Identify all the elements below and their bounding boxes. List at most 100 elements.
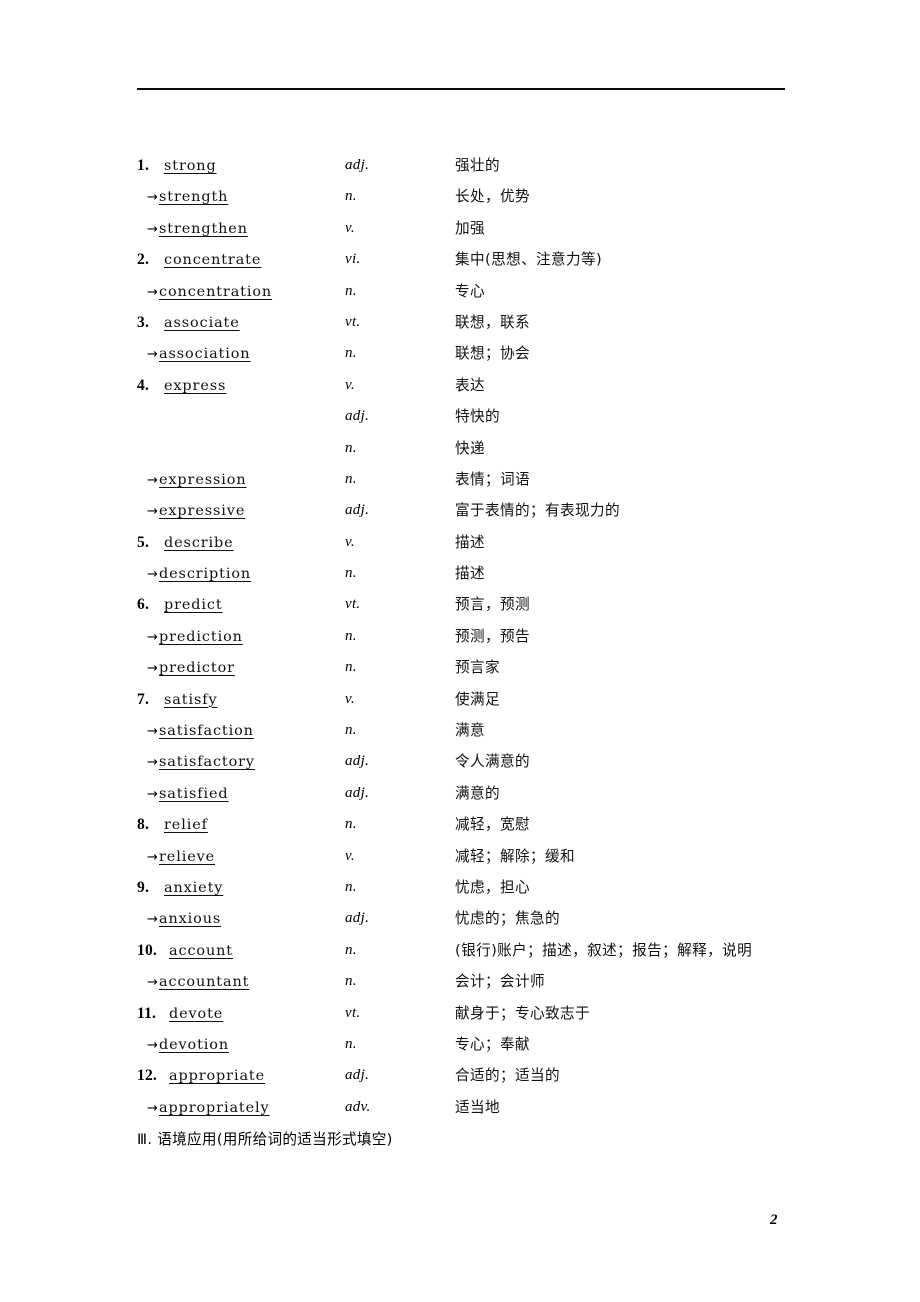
arrow-icon: →	[147, 724, 158, 740]
vocabulary-row: →strengthen v. 加强	[137, 213, 837, 244]
vocabulary-row: 3. associate vt. 联想，联系	[137, 307, 837, 338]
part-of-speech: n.	[345, 345, 357, 362]
word-cell: →relieve	[137, 841, 347, 872]
vocabulary-row: 12. appropriate adj. 合适的；适当的	[137, 1060, 837, 1091]
part-of-speech: v.	[345, 376, 355, 393]
item-number: 2.	[137, 251, 150, 269]
arrow-icon: →	[147, 284, 158, 300]
part-of-speech: n.	[345, 627, 357, 644]
definition: 令人满意的	[455, 753, 530, 771]
vocabulary-row: →concentration n. 专心	[137, 276, 837, 307]
vocabulary-term: associate	[164, 314, 240, 331]
vocabulary-term: association	[159, 346, 251, 363]
part-of-speech: adj.	[345, 753, 370, 770]
word-cell: →predictor	[137, 652, 347, 683]
part-of-speech: vt.	[345, 596, 361, 613]
part-of-speech: n.	[345, 439, 357, 456]
definition: 满意的	[455, 784, 500, 802]
part-of-speech: adj.	[345, 910, 370, 927]
vocabulary-term: prediction	[159, 628, 243, 645]
definition: 富于表情的；有表现力的	[455, 502, 620, 520]
vocabulary-term: concentrate	[164, 252, 262, 269]
part-of-speech: n.	[345, 816, 357, 833]
part-of-speech: adj.	[345, 408, 370, 425]
item-number: 4.	[137, 376, 150, 394]
definition: 专心	[455, 282, 485, 300]
vocabulary-row: 5. describe v. 描述	[137, 527, 837, 558]
vocabulary-term: strength	[159, 189, 229, 206]
vocabulary-term: relief	[164, 817, 208, 834]
vocabulary-term: predictor	[159, 660, 235, 677]
word-cell: →prediction	[137, 621, 347, 652]
vocabulary-term: satisfactory	[159, 754, 255, 771]
definition: 预言家	[455, 659, 500, 677]
word-cell: →strength	[137, 181, 347, 212]
page-number: 2	[770, 1212, 778, 1228]
definition: 献身于；专心致志于	[455, 1004, 590, 1022]
part-of-speech: adv.	[345, 1098, 371, 1115]
part-of-speech: v.	[345, 533, 355, 550]
part-of-speech: vi.	[345, 251, 361, 268]
word-cell	[137, 401, 347, 432]
arrow-icon: →	[147, 786, 158, 802]
item-number: 5.	[137, 533, 150, 551]
definition: 满意	[455, 722, 485, 740]
arrow-icon: →	[147, 221, 158, 237]
word-cell: →satisfied	[137, 778, 347, 809]
definition: 会计；会计师	[455, 973, 545, 991]
definition: 合适的；适当的	[455, 1067, 560, 1085]
word-cell: →strengthen	[137, 213, 347, 244]
part-of-speech: adj.	[345, 157, 370, 173]
vocabulary-term: satisfy	[164, 691, 218, 708]
arrow-icon: →	[147, 472, 158, 488]
vocabulary-row: 6. predict vt. 预言，预测	[137, 589, 837, 620]
vocabulary-term: accountant	[159, 974, 250, 991]
definition: 使满足	[455, 690, 500, 708]
vocabulary-term: express	[164, 377, 227, 394]
word-cell: 12. appropriate	[137, 1060, 347, 1091]
word-cell: →expression	[137, 464, 347, 495]
arrow-icon: →	[147, 629, 158, 645]
word-cell: →satisfactory	[137, 746, 347, 777]
definition: 长处，优势	[455, 188, 530, 206]
vocabulary-term: anxious	[159, 911, 222, 928]
part-of-speech: v.	[345, 219, 355, 236]
definition: 适当地	[455, 1098, 500, 1116]
word-cell: 9. anxiety	[137, 872, 347, 903]
vocabulary-list: 1. strong adj. 强壮的 →strength n. 长处，优势 →strength…	[137, 150, 837, 1123]
part-of-speech: n.	[345, 659, 357, 676]
arrow-icon: →	[147, 849, 158, 865]
word-cell: →devotion	[137, 1029, 347, 1060]
vocabulary-term: account	[169, 942, 233, 959]
word-cell: 4. express	[137, 370, 347, 401]
part-of-speech: adj.	[345, 1067, 370, 1084]
vocabulary-term: predict	[164, 597, 223, 614]
vocabulary-term: relieve	[159, 848, 216, 865]
part-of-speech: n.	[345, 973, 357, 990]
vocabulary-row: →relieve v. 减轻；解除；缓和	[137, 841, 837, 872]
arrow-icon: →	[147, 504, 158, 520]
vocabulary-row: →strength n. 长处，优势	[137, 181, 837, 212]
part-of-speech: n.	[345, 565, 357, 582]
arrow-icon: →	[147, 1100, 158, 1116]
part-of-speech: n.	[345, 722, 357, 739]
section-heading-context-application: Ⅲ. 语境应用(用所给词的适当形式填空)	[137, 1131, 393, 1148]
vocabulary-term: devote	[169, 1005, 224, 1022]
vocabulary-row: →prediction n. 预测，预告	[137, 621, 837, 652]
word-cell: 1. strong	[137, 150, 347, 181]
arrow-icon: →	[147, 661, 158, 677]
definition: 快递	[455, 439, 485, 457]
vocabulary-row: →anxious adj. 忧虑的；焦急的	[137, 903, 837, 934]
item-number: 7.	[137, 690, 150, 708]
definition: 描述	[455, 533, 485, 551]
word-cell: →anxious	[137, 903, 347, 934]
item-number: 10.	[137, 941, 157, 959]
vocabulary-term: expression	[159, 471, 247, 488]
arrow-icon: →	[147, 1037, 158, 1053]
vocabulary-row: →satisfaction n. 满意	[137, 715, 837, 746]
definition: 描述	[455, 565, 485, 583]
vocabulary-term: strong	[164, 158, 217, 174]
vocabulary-row: 9. anxiety n. 忧虑，担心	[137, 872, 837, 903]
definition: 特快的	[455, 408, 500, 426]
item-number: 12.	[137, 1067, 157, 1085]
